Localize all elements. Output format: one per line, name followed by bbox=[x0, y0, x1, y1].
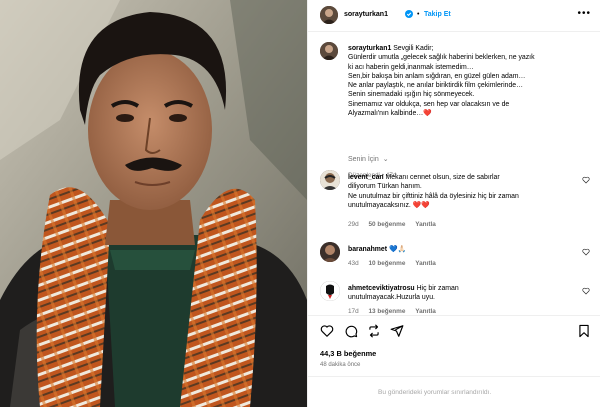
commenter-avatar[interactable] bbox=[320, 242, 340, 262]
comment-body: baranahmet 💙🙏🏻 bbox=[348, 245, 576, 254]
caption-author-avatar[interactable] bbox=[320, 42, 338, 60]
comment-line: Hiç bir zaman bbox=[416, 285, 459, 292]
comment-age[interactable]: 29d bbox=[348, 221, 359, 228]
caption-line: Senin sinemadaki ışığın hiç sönmeyecek. bbox=[348, 91, 475, 99]
comment-username[interactable]: ahmetceviktiyatrosu bbox=[348, 285, 415, 292]
caption-line: Alyazmalı'nın kalbinde…❤️ bbox=[348, 110, 432, 118]
comment-heart-icon[interactable] bbox=[582, 176, 590, 184]
caption-text: sorayturkan1 Sevgili Kadir; Günlerdir um… bbox=[348, 44, 590, 118]
verified-badge-icon bbox=[405, 10, 413, 18]
post-header: sorayturkan1 • Takip Et ••• bbox=[308, 0, 600, 32]
comment-line: unutulmayacaksınız. ❤️❤️ bbox=[348, 201, 430, 209]
comment: levent_can Mekanı cennet olsun, size de … bbox=[320, 170, 590, 230]
reply-button[interactable]: Yanıtla bbox=[415, 308, 436, 315]
comment-username[interactable]: levent_can bbox=[348, 174, 384, 181]
comment-likes[interactable]: 13 beğenme bbox=[368, 308, 405, 315]
caption-line: Günlerdir umutla „gelecek sağlık haberin… bbox=[348, 54, 535, 62]
post-time[interactable]: 48 dakika önce bbox=[320, 362, 360, 368]
caption-line: Sen,bir bakışa bin anlam sığdıran, en gü… bbox=[348, 72, 526, 80]
reply-button[interactable]: Yanıtla bbox=[415, 260, 436, 267]
comment-body: levent_can Mekanı cennet olsun, size de … bbox=[348, 173, 576, 210]
post-actions: 44,3 B beğenme 48 dakika önce Bu gönderi… bbox=[308, 315, 600, 407]
comment-sort-label: Senin İçin bbox=[348, 156, 379, 163]
header-separator: • bbox=[417, 11, 420, 18]
comments-limited-notice: Bu gönderideki yorumlar sınırlandırıldı. bbox=[308, 376, 600, 407]
comment-likes[interactable]: 50 beğenme bbox=[368, 221, 405, 228]
like-count[interactable]: 44,3 B beğenme bbox=[320, 349, 376, 358]
comment-username[interactable]: baranahmet bbox=[348, 246, 387, 253]
repost-icon[interactable] bbox=[367, 324, 381, 338]
comment-sort-dropdown[interactable]: Senin İçin ⌄ bbox=[348, 155, 389, 163]
comments-limited-text: Bu gönderideki yorumlar sınırlandırıldı. bbox=[378, 389, 492, 396]
chevron-down-icon: ⌄ bbox=[382, 156, 389, 163]
like-heart-icon[interactable] bbox=[320, 324, 334, 338]
commenter-avatar[interactable] bbox=[320, 170, 340, 190]
ellipsis-icon[interactable]: ••• bbox=[577, 8, 591, 19]
share-icon[interactable] bbox=[390, 324, 404, 338]
comment-heart-icon[interactable] bbox=[582, 287, 590, 295]
commenter-avatar[interactable] bbox=[320, 281, 340, 301]
caption-line: Sinemamız var oldukça, sen hep var olaca… bbox=[348, 100, 510, 108]
comment-age[interactable]: 17d bbox=[348, 308, 359, 315]
save-bookmark-icon[interactable] bbox=[577, 324, 591, 338]
caption-username[interactable]: sorayturkan1 bbox=[348, 45, 391, 52]
comment: baranahmet 💙🙏🏻 43d 10 beğenme Yanıtla bbox=[320, 242, 590, 272]
comment-heart-icon[interactable] bbox=[582, 248, 590, 256]
caption-line: Sevgili Kadir; bbox=[393, 45, 434, 52]
comment-line: unutulmayacak.Huzurla uyu. bbox=[348, 294, 435, 302]
comment-body: ahmetceviktiyatrosu Hiç bir zaman unutul… bbox=[348, 284, 576, 303]
author-avatar[interactable] bbox=[320, 6, 338, 24]
portrait-illustration bbox=[0, 0, 307, 407]
comment-line: Ne unutulmaz bir çifttiniz hâlâ da öyles… bbox=[348, 192, 519, 200]
comment-icon[interactable] bbox=[344, 324, 358, 338]
reply-button[interactable]: Yanıtla bbox=[415, 221, 436, 228]
follow-button[interactable]: Takip Et bbox=[424, 11, 451, 18]
post-image[interactable] bbox=[0, 0, 307, 407]
comment-meta: 29d 50 beğenme Yanıtla bbox=[348, 221, 436, 228]
comment-line: diliyorum Türkan hanım. bbox=[348, 183, 422, 191]
comment-age[interactable]: 43d bbox=[348, 260, 359, 267]
comment-meta: 17d 13 beğenme Yanıtla bbox=[348, 308, 436, 315]
comment: ahmetceviktiyatrosu Hiç bir zaman unutul… bbox=[320, 281, 590, 315]
comment-likes[interactable]: 10 beğenme bbox=[368, 260, 405, 267]
comment-line: 💙🙏🏻 bbox=[388, 246, 407, 253]
caption-line: Ne anlar paylaştık, ne anılar biriktirdi… bbox=[348, 82, 524, 90]
post-details-panel: sorayturkan1 • Takip Et ••• sorayturkan1… bbox=[307, 0, 600, 407]
caption-line: ki acı haberin geldi,inanmak istemedim… bbox=[348, 63, 474, 71]
comment-meta: 43d 10 beğenme Yanıtla bbox=[348, 260, 436, 267]
author-username[interactable]: sorayturkan1 bbox=[344, 11, 388, 18]
comment-line: Mekanı cennet olsun, size de sabırlar bbox=[385, 174, 500, 181]
